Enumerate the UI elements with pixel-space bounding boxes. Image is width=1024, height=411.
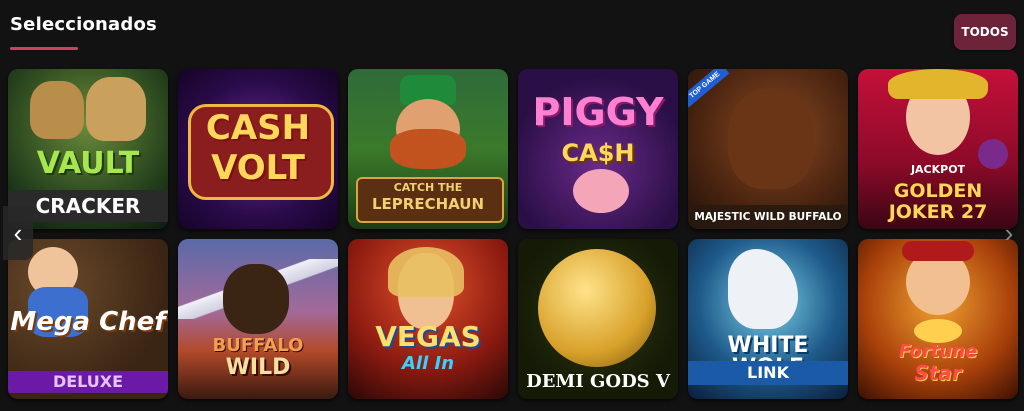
game-subtitle: VOLT xyxy=(211,148,305,188)
game-tile-mega-chef-deluxe[interactable]: Mega Chef DELUXE xyxy=(8,239,168,399)
game-tile-golden-joker-27[interactable]: JACKPOT GOLDEN JOKER 27 xyxy=(858,69,1018,229)
game-tile-vault-cracker[interactable]: VAULT CRACKER xyxy=(8,69,168,229)
game-subtitle: LEPRECHAUN xyxy=(371,195,485,213)
game-title: Fortune xyxy=(898,341,978,362)
game-title: VEGAS xyxy=(375,320,481,353)
view-all-button[interactable]: TODOS xyxy=(954,14,1016,50)
game-title: CATCH THE xyxy=(393,181,463,194)
chevron-right-icon[interactable]: › xyxy=(994,206,1024,260)
game-tile-catch-the-leprechaun[interactable]: CATCH THE LEPRECHAUN xyxy=(348,69,508,229)
game-tile-vegas-all-in[interactable]: VEGAS All In xyxy=(348,239,508,399)
game-title: JACKPOT xyxy=(910,163,966,176)
game-tile-cash-volt[interactable]: CASH VOLT xyxy=(178,69,338,229)
game-tile-white-wolf-link[interactable]: WHITE WOLF LINK xyxy=(688,239,848,399)
game-subtitle: MAJESTIC WILD BUFFALO xyxy=(688,205,848,229)
title-underline xyxy=(10,47,78,50)
game-title: Mega Chef xyxy=(10,307,166,337)
game-title: CASH xyxy=(205,108,311,148)
game-subtitle: DEMI GODS V xyxy=(526,371,670,392)
game-subtitle: All In xyxy=(401,353,455,374)
game-title: BUFFALO xyxy=(212,335,304,356)
game-subtitle: WILD xyxy=(225,355,291,380)
game-tile-demi-gods-v[interactable]: DEMI GODS V xyxy=(518,239,678,399)
game-subtitle: CA$H xyxy=(561,139,635,167)
game-title: VAULT xyxy=(36,146,140,181)
game-title: PIGGY xyxy=(532,90,664,134)
game-subtitle: LINK xyxy=(688,361,848,385)
game-tile-fortune-star[interactable]: Fortune Star xyxy=(858,239,1018,399)
chevron-left-icon[interactable]: ‹ xyxy=(3,206,33,260)
game-tile-buffalo-wild[interactable]: BUFFALO WILD xyxy=(178,239,338,399)
game-tile-piggy-cash[interactable]: PIGGY CA$H xyxy=(518,69,678,229)
section-title: Seleccionados xyxy=(10,14,157,35)
game-tile-majestic-wild-buffalo[interactable]: TOP GAME MAJESTIC WILD BUFFALO xyxy=(688,69,848,229)
game-subtitle: DELUXE xyxy=(8,371,168,393)
game-subtitle: Star xyxy=(914,361,962,385)
